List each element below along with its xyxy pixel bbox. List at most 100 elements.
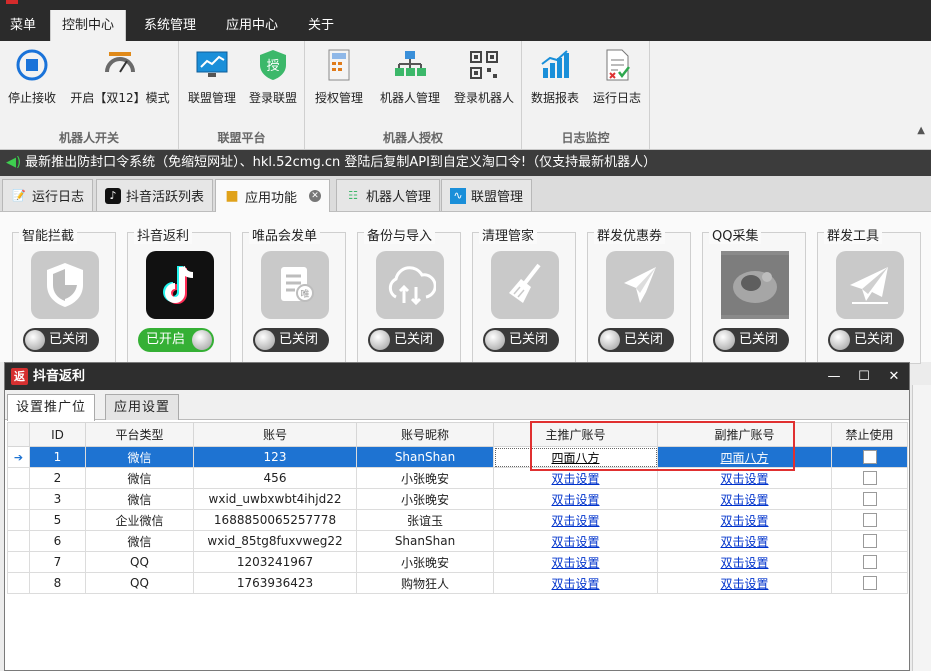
ribbon-collapse-icon[interactable]: ▲: [917, 125, 925, 136]
main-promo-cell[interactable]: 四面八方: [493, 446, 658, 468]
menu-item-app-center[interactable]: 应用中心: [214, 10, 290, 41]
close-icon[interactable]: ✕: [879, 363, 909, 390]
tiktok-icon: ♪: [105, 187, 121, 204]
disable-checkbox[interactable]: [862, 450, 877, 465]
toggle-switch[interactable]: 已开启: [138, 328, 214, 352]
minimize-icon[interactable]: —: [819, 363, 849, 390]
network-icon: ☷: [348, 189, 358, 202]
table-row[interactable]: 2 微信 456 小张晚安 双击设置 双击设置: [7, 467, 908, 489]
table-row[interactable]: 5 企业微信 1688850065257778 张谊玉 双击设置 双击设置: [7, 509, 908, 531]
sub-promo-cell[interactable]: 双击设置: [657, 488, 832, 510]
toggle-switch[interactable]: 已关闭: [713, 328, 789, 352]
sub-promo-cell[interactable]: 双击设置: [657, 530, 832, 552]
sub-promo-cell[interactable]: 双击设置: [657, 551, 832, 573]
broom-icon: [491, 251, 559, 319]
toggle-switch[interactable]: 已关闭: [368, 328, 444, 352]
background-panel-edge: [912, 385, 931, 671]
tab-run-log[interactable]: 📝 运行日志: [2, 179, 94, 211]
column-header[interactable]: 主推广账号: [493, 422, 658, 447]
log-doc-icon: [599, 47, 635, 83]
tab-alliance-manage[interactable]: ∿ 联盟管理: [441, 179, 533, 211]
toggle-switch[interactable]: 已关闭: [828, 328, 904, 352]
app-card-coupon-broadcast: 群发优惠券 已关闭: [587, 225, 691, 364]
tab-app-settings[interactable]: 应用设置: [105, 394, 180, 420]
shield-icon: [31, 251, 99, 319]
app-card-qq-collect: QQ采集 已关闭: [702, 225, 806, 364]
double12-mode-button[interactable]: 开启【双12】模式: [66, 45, 174, 115]
stop-receive-button[interactable]: 停止接收: [2, 45, 62, 115]
disable-checkbox[interactable]: [862, 534, 877, 549]
table-row[interactable]: ➔ 1 微信 123 ShanShan 四面八方 四面八方: [7, 446, 908, 468]
disable-checkbox[interactable]: [862, 492, 877, 507]
sub-promo-cell[interactable]: 四面八方: [657, 446, 832, 468]
table-row[interactable]: 7 QQ 1203241967 小张晚安 双击设置 双击设置: [7, 551, 908, 573]
close-tab-icon[interactable]: ✕: [309, 190, 322, 202]
disable-checkbox[interactable]: [862, 513, 877, 528]
sub-promo-cell[interactable]: 双击设置: [657, 572, 832, 594]
app-logo: [6, 0, 18, 4]
main-promo-cell[interactable]: 双击设置: [493, 467, 658, 489]
network-icon: [392, 47, 428, 83]
ribbon-group-label: 机器人开关: [58, 131, 119, 145]
table-row[interactable]: 6 微信 wxid_85tg8fuxvweg22 ShanShan 双击设置 双…: [7, 530, 908, 552]
main-promo-cell[interactable]: 双击设置: [493, 530, 658, 552]
table-row[interactable]: 3 微信 wxid_uwbxwbt4ihjd22 小张晚安 双击设置 双击设置: [7, 488, 908, 510]
column-header[interactable]: 账号: [193, 422, 357, 447]
disable-checkbox[interactable]: [862, 471, 877, 486]
box-icon: ■: [225, 188, 239, 204]
disable-checkbox[interactable]: [862, 576, 877, 591]
ribbon-group-alliance: 联盟管理 授 登录联盟 联盟平台: [179, 41, 305, 149]
main-promo-cell[interactable]: 双击设置: [493, 572, 658, 594]
tab-app-functions[interactable]: ■ 应用功能 ✕: [215, 179, 331, 212]
ribbon-group-robot-auth: 授权管理 机器人管理 登录机器人 机器人授权: [305, 41, 522, 149]
ribbon-toolbar: 停止接收 开启【双12】模式 机器人开关 联盟管理 授 登录联盟 联盟平台 授权…: [0, 41, 931, 150]
menu-item-menu[interactable]: 菜单: [0, 10, 46, 41]
column-header[interactable]: 账号昵称: [356, 422, 494, 447]
toggle-switch[interactable]: 已关闭: [483, 328, 559, 352]
svg-text:授: 授: [266, 59, 279, 74]
data-report-button[interactable]: 数据报表: [526, 45, 584, 115]
toggle-switch[interactable]: 已关闭: [253, 328, 329, 352]
toggle-switch[interactable]: 已关闭: [23, 328, 99, 352]
dialog-title-bar: 返 抖音返利 — ☐ ✕: [5, 363, 909, 390]
tab-douyin-active[interactable]: ♪ 抖音活跃列表: [96, 179, 214, 211]
app-functions-panel: 智能拦截 已关闭 抖音返利 已开启 唯品会发单 唯 已关闭 备份与导入 已关闭 …: [0, 212, 931, 364]
alliance-manage-button[interactable]: 联盟管理: [183, 45, 241, 115]
tab-robot-manage[interactable]: ☷ 机器人管理: [336, 179, 441, 211]
column-header[interactable]: 平台类型: [85, 422, 194, 447]
svg-text:唯: 唯: [300, 289, 309, 300]
robot-manage-button[interactable]: 机器人管理: [375, 45, 445, 115]
column-header[interactable]: 禁止使用: [831, 422, 908, 447]
menu-bar: 菜单 控制中心 系统管理 应用中心 关于: [0, 0, 931, 41]
sub-promo-cell[interactable]: 双击设置: [657, 509, 832, 531]
main-tab-strip: 📝 运行日志 ♪ 抖音活跃列表 ■ 应用功能 ✕ ☷ 机器人管理 ∿ 联盟管理: [0, 176, 931, 212]
menu-item-system[interactable]: 系统管理: [132, 10, 208, 41]
announcement-ticker: ◀) 最新推出防封口令系统（免缩短网址）、hkl.52cmg.cn 登陆后复制AP…: [0, 150, 931, 176]
run-log-button[interactable]: 运行日志: [588, 45, 646, 115]
auth-manage-button[interactable]: 授权管理: [309, 45, 369, 115]
alliance-login-button[interactable]: 授 登录联盟: [243, 45, 303, 115]
monitor-chart-icon: ∿: [450, 187, 466, 204]
table-row[interactable]: 8 QQ 1763936423 购物狂人 双击设置 双击设置: [7, 572, 908, 594]
toggle-switch[interactable]: 已关闭: [598, 328, 674, 352]
stop-icon: [14, 47, 50, 83]
tiktok-icon: [146, 251, 214, 319]
sub-promo-cell[interactable]: 双击设置: [657, 467, 832, 489]
rebate-app-icon: 返: [11, 368, 28, 385]
maximize-icon[interactable]: ☐: [849, 363, 879, 390]
monitor-chart-icon: [194, 47, 230, 83]
ribbon-group-label: 机器人授权: [382, 131, 443, 145]
tab-set-promotion[interactable]: 设置推广位: [7, 394, 96, 421]
log-doc-icon: 📝: [12, 189, 26, 202]
column-header[interactable]: ID: [29, 422, 86, 447]
column-header[interactable]: 副推广账号: [657, 422, 832, 447]
menu-item-about[interactable]: 关于: [296, 10, 346, 41]
robot-login-button[interactable]: 登录机器人: [449, 45, 519, 115]
main-promo-cell[interactable]: 双击设置: [493, 509, 658, 531]
menu-item-control-center[interactable]: 控制中心: [50, 10, 126, 41]
disable-checkbox[interactable]: [862, 555, 877, 570]
paper-plane-icon: [836, 251, 904, 319]
main-promo-cell[interactable]: 双击设置: [493, 551, 658, 573]
main-promo-cell[interactable]: 双击设置: [493, 488, 658, 510]
table-header: ID 平台类型 账号 账号昵称 主推广账号 副推广账号 禁止使用: [7, 422, 908, 447]
